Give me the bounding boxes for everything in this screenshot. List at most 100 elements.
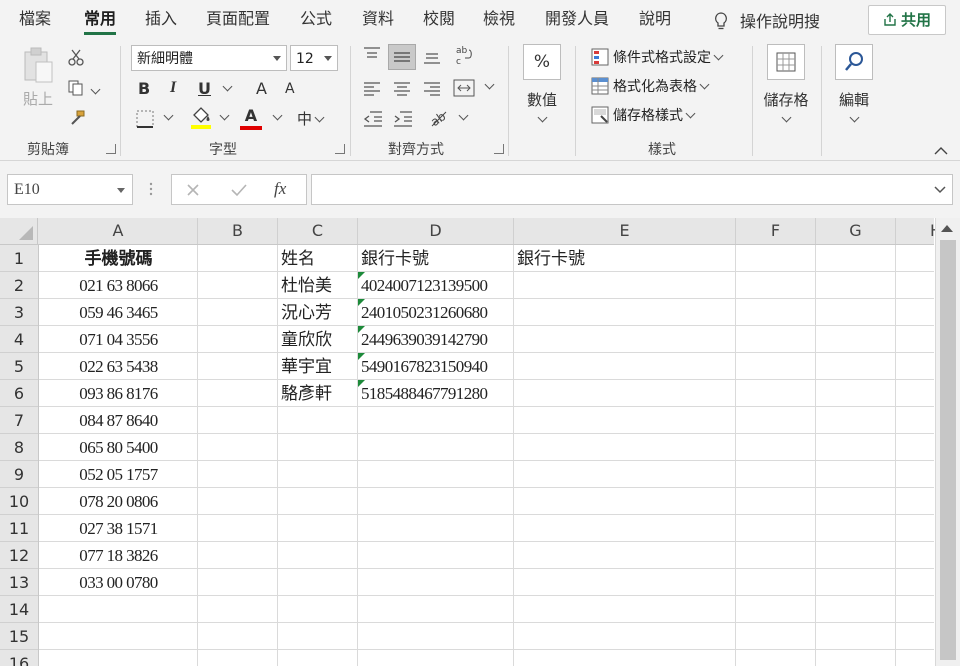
select-all-button[interactable] xyxy=(0,218,38,244)
tab-home[interactable]: 常用 xyxy=(84,0,117,38)
cell-a4[interactable]: 071 04 3556 xyxy=(39,326,198,353)
tab-data[interactable]: 資料 xyxy=(362,0,394,38)
cell-a9[interactable]: 052 05 1757 xyxy=(39,461,198,488)
align-bottom-icon[interactable] xyxy=(422,48,442,66)
name-box[interactable]: E10 xyxy=(7,174,133,205)
tab-page-layout[interactable]: 頁面配置 xyxy=(206,0,270,38)
column-header-d[interactable]: D xyxy=(358,218,514,244)
font-color-button[interactable]: A xyxy=(240,106,262,130)
cancel-icon[interactable] xyxy=(186,183,200,197)
cell-d4[interactable]: 2449639039142790 xyxy=(361,326,517,353)
alignment-launcher-icon[interactable] xyxy=(494,144,504,154)
shrink-font-button[interactable]: A xyxy=(285,81,295,97)
editing-button[interactable]: 編輯 xyxy=(831,44,877,128)
column-header-g[interactable]: G xyxy=(816,218,896,244)
row-header[interactable]: 6 xyxy=(0,380,38,407)
cell-a5[interactable]: 022 63 5438 xyxy=(39,353,198,380)
cell-c1[interactable]: 姓名 xyxy=(281,245,361,272)
tab-formulas[interactable]: 公式 xyxy=(300,0,332,38)
scrollbar-thumb[interactable] xyxy=(940,240,956,660)
align-middle-button[interactable] xyxy=(388,44,416,70)
row-header[interactable]: 5 xyxy=(0,353,38,380)
merge-center-icon[interactable] xyxy=(453,78,475,98)
tab-view[interactable]: 檢視 xyxy=(483,0,515,38)
insert-function-button[interactable]: fx xyxy=(274,179,286,199)
cell-a7[interactable]: 084 87 8640 xyxy=(39,407,198,434)
vertical-scrollbar[interactable] xyxy=(935,218,960,666)
bold-button[interactable]: B xyxy=(138,79,150,98)
clipboard-launcher-icon[interactable] xyxy=(106,144,116,154)
align-top-icon[interactable] xyxy=(362,46,382,62)
cells-button[interactable]: 儲存格 xyxy=(762,44,810,128)
cell-d3[interactable]: 2401050231260680 xyxy=(361,299,517,326)
cell-styles-button[interactable]: 儲存格樣式 xyxy=(591,105,696,125)
row-header[interactable]: 3 xyxy=(0,299,38,326)
align-right-icon[interactable] xyxy=(422,80,442,96)
tab-developer[interactable]: 開發人員 xyxy=(545,0,609,38)
formula-input[interactable] xyxy=(311,174,953,205)
format-painter-icon[interactable] xyxy=(68,110,86,126)
fill-color-icon[interactable] xyxy=(190,106,212,130)
format-as-table-button[interactable]: 格式化為表格 xyxy=(591,76,710,96)
borders-icon[interactable] xyxy=(136,110,154,128)
orientation-icon[interactable]: ab xyxy=(428,108,450,128)
phonetic-button[interactable]: 中 xyxy=(297,108,325,129)
chevron-down-icon[interactable] xyxy=(219,110,230,121)
row-header[interactable]: 8 xyxy=(0,434,38,461)
cell-a13[interactable]: 033 00 0780 xyxy=(39,569,198,596)
column-header-a[interactable]: A xyxy=(39,218,198,244)
underline-dropdown-chevron-icon[interactable] xyxy=(222,81,233,92)
underline-button[interactable]: U xyxy=(198,79,211,98)
expand-formula-bar-icon[interactable] xyxy=(934,186,946,194)
cell-d6[interactable]: 5185488467791280 xyxy=(361,380,517,407)
row-header[interactable]: 11 xyxy=(0,515,38,542)
row-header[interactable]: 16 xyxy=(0,650,38,666)
column-header-e[interactable]: E xyxy=(514,218,736,244)
tab-file[interactable]: 檔案 xyxy=(19,0,51,38)
number-format-button[interactable]: % 數值 xyxy=(522,44,562,128)
cut-icon[interactable] xyxy=(67,49,85,67)
row-header[interactable]: 12 xyxy=(0,542,38,569)
tab-review[interactable]: 校閱 xyxy=(423,0,455,38)
chevron-down-icon[interactable] xyxy=(272,110,283,121)
tell-me-search[interactable]: 操作說明搜 xyxy=(714,8,820,32)
column-header-b[interactable]: B xyxy=(198,218,278,244)
italic-button[interactable]: I xyxy=(170,79,176,97)
cell-c6[interactable]: 駱彥軒 xyxy=(281,380,361,407)
cell-d5[interactable]: 5490167823150940 xyxy=(361,353,517,380)
row-header[interactable]: 2 xyxy=(0,272,38,299)
cell-c3[interactable]: 況心芳 xyxy=(281,299,361,326)
row-header[interactable]: 13 xyxy=(0,569,38,596)
font-launcher-icon[interactable] xyxy=(335,144,345,154)
row-header[interactable]: 9 xyxy=(0,461,38,488)
cell-d2[interactable]: 4024007123139500 xyxy=(361,272,517,299)
cell-a1[interactable]: 手機號碼 xyxy=(39,245,198,272)
cell-a10[interactable]: 078 20 0806 xyxy=(39,488,198,515)
align-center-icon[interactable] xyxy=(392,80,412,96)
grow-font-button[interactable]: A xyxy=(256,79,267,98)
row-header[interactable]: 1 xyxy=(0,245,38,272)
enter-check-icon[interactable] xyxy=(230,183,248,197)
cell-c2[interactable]: 杜怡美 xyxy=(281,272,361,299)
column-header-h[interactable]: H xyxy=(896,218,942,244)
cell-a8[interactable]: 065 80 5400 xyxy=(39,434,198,461)
row-header[interactable]: 15 xyxy=(0,623,38,650)
font-name-combo[interactable]: 新細明體 xyxy=(131,45,287,71)
grip-icon[interactable] xyxy=(148,181,154,197)
chevron-down-icon[interactable] xyxy=(163,110,174,121)
tab-help[interactable]: 說明 xyxy=(639,0,671,38)
chevron-down-icon[interactable] xyxy=(458,110,469,121)
align-left-icon[interactable] xyxy=(362,80,382,96)
wrap-text-icon[interactable]: abc xyxy=(454,44,474,66)
cell-a11[interactable]: 027 38 1571 xyxy=(39,515,198,542)
cell-d1[interactable]: 銀行卡號 xyxy=(361,245,517,272)
font-size-combo[interactable]: 12 xyxy=(290,45,338,71)
conditional-formatting-button[interactable]: 條件式格式設定 xyxy=(591,47,724,67)
column-header-f[interactable]: F xyxy=(736,218,816,244)
cell-c5[interactable]: 華宇宜 xyxy=(281,353,361,380)
cell-area[interactable]: 手機號碼 021 63 8066 059 46 3465 071 04 3556 022… xyxy=(39,245,934,666)
scroll-up-icon[interactable] xyxy=(941,225,953,232)
cell-a12[interactable]: 077 18 3826 xyxy=(39,542,198,569)
cell-a2[interactable]: 021 63 8066 xyxy=(39,272,198,299)
row-header[interactable]: 10 xyxy=(0,488,38,515)
